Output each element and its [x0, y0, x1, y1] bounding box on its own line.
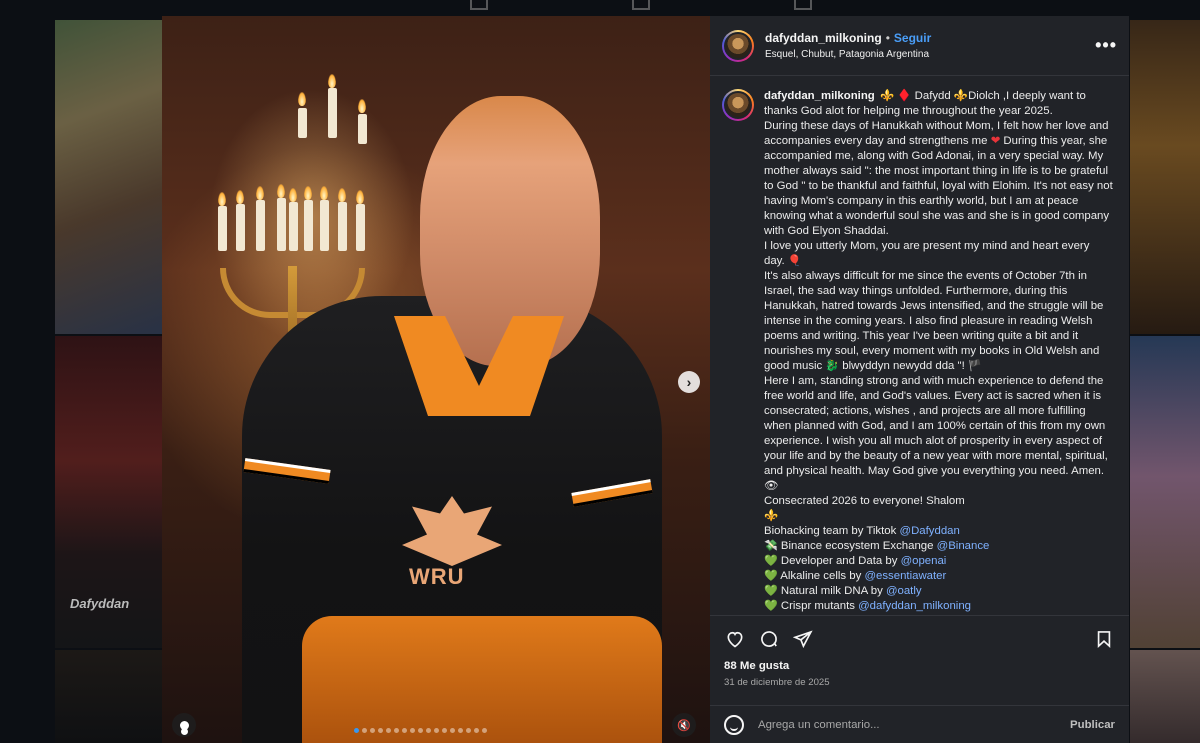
- username-link[interactable]: dafyddan_milkoning: [765, 31, 882, 45]
- caption-paragraph: It's also always difficult for me since …: [764, 270, 1104, 372]
- post-header: dafyddan_milkoning • Seguir Esquel, Chub…: [710, 16, 1129, 76]
- mention-link[interactable]: @dafyddan_milkoning: [858, 600, 971, 612]
- carousel-dot: [442, 728, 447, 733]
- carousel-dot: [474, 728, 479, 733]
- green-heart-icon: 💚: [764, 585, 778, 597]
- grid-tab-icon[interactable]: [470, 0, 488, 10]
- caption-text: dafyddan_milkoning ⚜️ ♦️ Dafydd ⚜️Diolch…: [764, 89, 1117, 615]
- follow-button[interactable]: Seguir: [894, 31, 931, 45]
- comment-icon[interactable]: [758, 628, 780, 650]
- mention-link[interactable]: @openai: [901, 555, 947, 567]
- caption-paragraph: During this year, she accompanied me, al…: [764, 135, 1113, 237]
- emoji-icon[interactable]: [724, 714, 744, 735]
- carousel-dot: [370, 728, 375, 733]
- carousel-dot: [458, 728, 463, 733]
- credit-text: Biohacking team by Tiktok: [764, 525, 900, 537]
- green-heart-icon: 💚: [764, 555, 778, 567]
- carousel-dot: [386, 728, 391, 733]
- avatar[interactable]: [722, 89, 754, 121]
- grid-post-thumbnail[interactable]: [1130, 336, 1200, 648]
- carousel-dot: [466, 728, 471, 733]
- credit-line: 💚 Developer and Data by @openai: [764, 554, 1113, 569]
- money-icon: 💸: [764, 540, 778, 552]
- grid-post-thumbnail[interactable]: [1130, 20, 1200, 334]
- next-slide-button[interactable]: ›: [678, 371, 700, 393]
- comment-input[interactable]: [758, 718, 1071, 731]
- credit-text: Alkaline cells by: [780, 570, 865, 582]
- heart-icon[interactable]: [724, 628, 746, 650]
- credit-text: Natural milk DNA by: [780, 585, 886, 597]
- avatar[interactable]: [722, 29, 754, 62]
- caption-paragraph: Here I am, standing strong and with much…: [764, 375, 1108, 492]
- credit-line: 💚 Alkaline cells by @essentiawater: [764, 569, 1113, 584]
- carousel-dot: [418, 728, 423, 733]
- carousel-dot: [450, 728, 455, 733]
- likes-count[interactable]: 88 Me gusta: [710, 652, 1129, 672]
- comment-bar: Publicar: [710, 705, 1129, 743]
- carousel-dot: [378, 728, 383, 733]
- credit-line: 💸 Binance ecosystem Exchange @Binance: [764, 539, 1113, 554]
- post-date[interactable]: 31 de diciembre de 2025: [710, 672, 1129, 688]
- caption-paragraph: blwyddyn newydd dda "!: [842, 360, 965, 372]
- more-options-icon[interactable]: •••: [1095, 35, 1117, 56]
- balloon-icon: 🎈: [787, 255, 802, 267]
- separator-dot: •: [885, 31, 890, 45]
- carousel-dot: [434, 728, 439, 733]
- carousel-dot: [402, 728, 407, 733]
- user-tag-button[interactable]: [172, 713, 196, 737]
- thumbnail-watermark: Dafyddan: [70, 596, 130, 611]
- green-heart-icon: 💚: [764, 600, 778, 612]
- mention-link[interactable]: @oatly: [886, 585, 922, 597]
- carousel-dot: [410, 728, 415, 733]
- credit-line: 💚 Natural milk DNA by @oatly: [764, 584, 1113, 599]
- caption-paragraph: ⚜️: [764, 510, 779, 522]
- carousel-dot: [394, 728, 399, 733]
- post-actions: 88 Me gusta 31 de diciembre de 2025 Publ…: [710, 615, 1129, 743]
- chevron-right-icon: ›: [686, 374, 692, 390]
- carousel-dot: [362, 728, 367, 733]
- credit-line: 💚 Crispr mutants @dafyddan_milkoning: [764, 599, 1113, 614]
- dragon-icon: 🐉: [825, 360, 840, 372]
- mention-link[interactable]: @essentiawater: [864, 570, 946, 582]
- tagged-tab-icon[interactable]: [794, 0, 812, 10]
- crest-text: WRU: [409, 564, 465, 589]
- mention-link[interactable]: @Dafyddan: [900, 525, 960, 537]
- mute-icon: 🔇: [677, 719, 691, 732]
- credit-text: Binance ecosystem Exchange: [780, 540, 937, 552]
- mention-link[interactable]: @Binance: [937, 540, 990, 552]
- post-media[interactable]: WRU › 🔇: [162, 16, 710, 743]
- red-heart-icon: ❤: [990, 135, 1001, 147]
- publish-button[interactable]: Publicar: [1070, 719, 1115, 731]
- profile-tab-icons: [470, 0, 812, 10]
- post-side-panel: dafyddan_milkoning • Seguir Esquel, Chub…: [710, 16, 1129, 743]
- grid-post-thumbnail[interactable]: [55, 20, 163, 334]
- grid-post-thumbnail[interactable]: [55, 650, 163, 743]
- share-icon[interactable]: [792, 628, 814, 650]
- location-link[interactable]: Esquel, Chubut, Patagonia Argentina: [765, 49, 1095, 60]
- credit-line: Biohacking team by Tiktok @Dafyddan: [764, 524, 1113, 539]
- bookmark-icon[interactable]: [1093, 628, 1115, 650]
- post-modal: WRU › 🔇 dafyddan_milkoning • Seguir Esqu…: [162, 16, 1129, 743]
- credit-text: Developer and Data by: [780, 555, 901, 567]
- reels-tab-icon[interactable]: [632, 0, 650, 10]
- carousel-dot: [354, 728, 359, 733]
- carousel-dots: [354, 728, 487, 733]
- person-shorts: [302, 616, 662, 743]
- shirt-crest: WRU: [387, 496, 517, 596]
- caption-paragraph: Consecrated 2026 to everyone! Shalom: [764, 495, 965, 507]
- mute-button[interactable]: 🔇: [672, 713, 696, 737]
- user-tag-icon: [179, 720, 189, 730]
- grid-post-thumbnail[interactable]: [1130, 650, 1200, 743]
- carousel-dot: [482, 728, 487, 733]
- credit-text: Crispr mutants: [780, 600, 859, 612]
- green-heart-icon: 💚: [764, 570, 778, 582]
- caption-section: dafyddan_milkoning ⚜️ ♦️ Dafydd ⚜️Diolch…: [710, 77, 1129, 615]
- flag-icon: 🏴: [967, 360, 982, 372]
- caption-username[interactable]: dafyddan_milkoning: [764, 90, 875, 102]
- carousel-dot: [426, 728, 431, 733]
- credits-list: Biohacking team by Tiktok @Dafyddan 💸 Bin…: [764, 524, 1113, 614]
- caption-paragraph: I love you utterly Mom, you are present …: [764, 240, 1090, 267]
